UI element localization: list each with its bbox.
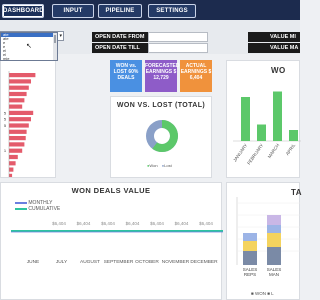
- data-label: $6,404: [77, 221, 91, 226]
- ta-category-label: REPS: [244, 272, 256, 277]
- left-bar: [9, 173, 13, 177]
- left-bar-chart: 5551: [4, 71, 36, 177]
- won-month-label: APRIL: [285, 142, 297, 156]
- left-bar: [9, 142, 25, 147]
- tab-input[interactable]: INPUT: [52, 4, 94, 18]
- open-date-till-label: OPEN DATE TILL: [92, 43, 148, 53]
- left-bar: [9, 148, 23, 153]
- left-bar: [9, 161, 16, 166]
- won-month-bar: [241, 97, 250, 141]
- left-bar: [9, 117, 31, 122]
- ta-stack-segment: [267, 215, 281, 225]
- ta-panel: TA SALES REPS SALES MAN ■ WON ■ L: [226, 182, 301, 300]
- won-month-label: MARCH: [267, 143, 281, 159]
- won-deals-value-chart: $6,404 $6,404 $6,404 $6,404 $6,404 $6,404 $6,4…: [11, 221, 223, 265]
- ta-stack-segment: [267, 233, 281, 247]
- mouse-cursor-icon: ↖: [26, 43, 32, 50]
- ta-stack-segment: [243, 233, 257, 241]
- left-bar-label: 5: [4, 110, 7, 115]
- month-axis-label: OCTOBER: [135, 259, 159, 265]
- left-bar: [9, 123, 29, 128]
- open-date-from-label: OPEN DATE FROM: [92, 32, 148, 42]
- won-deals-value-panel: WON DEALS VALUE MONTHLY CUMULATIVE $6,40…: [0, 182, 223, 300]
- ta-stack-segment: [267, 225, 281, 233]
- left-bar: [9, 154, 18, 160]
- won-month-bar: [273, 91, 282, 141]
- open-date-till-input[interactable]: [148, 43, 208, 53]
- tab-settings[interactable]: SETTINGS: [148, 4, 196, 18]
- tab-dashboard[interactable]: DASHBOARD: [2, 4, 44, 18]
- ta-stack-segment: [243, 251, 257, 265]
- month-axis-label: AUGUST: [80, 259, 100, 265]
- month-axis-label: NOVEMBER: [162, 259, 190, 265]
- left-bar: [9, 167, 14, 172]
- chevron-down-icon[interactable]: ▾: [59, 33, 62, 39]
- won-month-label: FEBRUARY: [246, 143, 264, 166]
- left-bar: [9, 98, 25, 103]
- ta-legend: ■ WON ■ L: [251, 291, 274, 296]
- data-label: $6,404: [150, 221, 164, 226]
- left-bar: [9, 91, 27, 97]
- left-bar-panel: 5551: [0, 60, 56, 178]
- month-axis-label: SEPTEMBER: [104, 259, 134, 265]
- donut-legend: ●Won ●Lost: [147, 163, 172, 168]
- ta-stack-segment: [243, 241, 257, 251]
- won-vs-lost-panel: WON VS. LOST (TOTAL) ●Won ●Lost: [110, 96, 212, 178]
- left-bar-label: 5: [4, 117, 7, 122]
- won-month-label: JANUARY: [232, 143, 248, 163]
- left-bar: [9, 136, 26, 141]
- tab-pipeline[interactable]: PIPELINE: [98, 4, 142, 18]
- left-bar: [9, 110, 34, 115]
- ta-category-label: MAN: [269, 272, 279, 277]
- ta-chart: SALESREPSSALESMAN■ WON ■ L: [236, 197, 301, 296]
- month-axis-label: JUNE: [27, 259, 40, 265]
- data-label: $6,404: [101, 221, 115, 226]
- kpi-won-vs-lost: WON vs. LOST 60% DEALS: [110, 60, 142, 92]
- left-bar-label: 1: [4, 148, 7, 153]
- left-bar: [9, 73, 36, 78]
- left-bar: [9, 104, 23, 109]
- won-month-bar: [257, 124, 266, 141]
- data-label: $6,404: [52, 221, 66, 226]
- dropdown-scrollbar[interactable]: [53, 33, 57, 60]
- kpi-forecasted-earnings: FORECASTED EARNINGS $ 12,729: [145, 60, 179, 92]
- month-axis-label: DECEMBER: [190, 259, 218, 265]
- value-max-label: VALUE MA: [248, 43, 300, 53]
- left-bar: [9, 129, 27, 134]
- month-axis-label: JULY: [56, 259, 68, 265]
- data-label: $6,404: [126, 221, 140, 226]
- won-vs-lost-title: WON VS. LOST (TOTAL): [116, 102, 206, 109]
- open-date-from-input[interactable]: [148, 32, 208, 42]
- won-month-bar: [289, 130, 298, 141]
- left-bar: [9, 85, 29, 90]
- data-label: $6,404: [199, 221, 213, 226]
- data-label: $6,404: [175, 221, 189, 226]
- won-vs-lost-donut: [146, 120, 178, 152]
- left-bar-label: 5: [4, 123, 7, 128]
- won-monthly-panel: WO JANUARY FEBRUARY MARCH APRIL: [226, 60, 301, 178]
- won-monthly-chart: JANUARYFEBRUARY MARCH APRIL: [232, 91, 301, 166]
- kpi-actual-earnings: ACTUAL EARNINGS $ 6,404: [180, 60, 212, 92]
- left-bar: [9, 79, 31, 84]
- value-min-label: VALUE MI: [248, 32, 300, 42]
- ta-stack-segment: [267, 247, 281, 265]
